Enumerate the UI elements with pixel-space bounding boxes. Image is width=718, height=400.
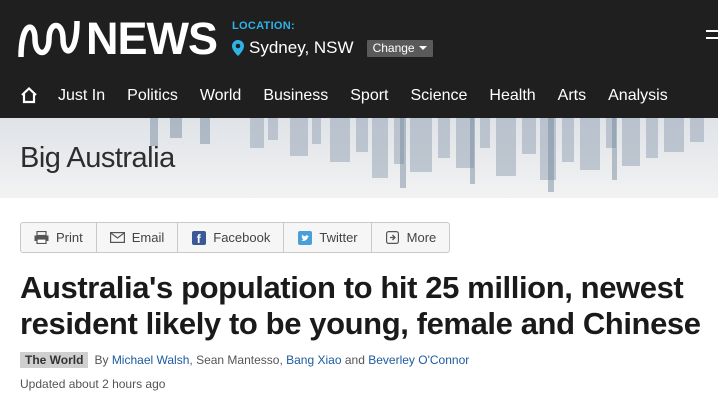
topic-tag[interactable]: The World xyxy=(20,352,89,368)
article-headline: Australia's population to hit 25 million… xyxy=(20,270,701,341)
author-link-michael-walsh[interactable]: Michael Walsh xyxy=(112,353,190,367)
byline-comma: , xyxy=(279,353,287,367)
share-more-icon xyxy=(385,230,400,245)
nav-item-business[interactable]: Business xyxy=(263,87,328,105)
nav-item-health[interactable]: Health xyxy=(489,87,535,105)
byline-and: and xyxy=(344,353,365,367)
twitter-icon xyxy=(297,230,312,245)
envelope-icon xyxy=(109,230,125,245)
nav-item-politics[interactable]: Politics xyxy=(127,87,178,105)
chevron-down-icon xyxy=(418,46,427,50)
author-link-beverley-oconnor[interactable]: Beverley O'Connor xyxy=(368,353,469,367)
site-header: NEWS LOCATION: Sydney, NSW Change Just I… xyxy=(0,0,718,118)
location-widget: LOCATION: Sydney, NSW Change xyxy=(232,20,433,58)
facebook-icon: f xyxy=(191,230,206,245)
facebook-share-button[interactable]: f Facebook xyxy=(178,223,285,252)
nav-item-just-in[interactable]: Just In xyxy=(58,87,105,105)
section-title: Big Australia xyxy=(20,142,175,174)
updated-timestamp: Updated about 2 hours ago xyxy=(20,377,166,391)
facebook-label: Facebook xyxy=(213,230,271,245)
byline-prefix: By xyxy=(94,353,109,367)
author-sean-mantesso: Sean Mantesso xyxy=(196,353,280,367)
home-icon[interactable] xyxy=(20,86,38,104)
twitter-share-button[interactable]: Twitter xyxy=(284,223,372,252)
more-share-button[interactable]: More xyxy=(372,223,450,252)
brand-name: NEWS xyxy=(86,13,218,64)
section-banner: Big Australia xyxy=(0,118,718,198)
location-label: LOCATION: xyxy=(232,20,295,32)
nav-item-science[interactable]: Science xyxy=(411,87,468,105)
location-city: Sydney, NSW xyxy=(249,38,354,57)
share-toolbar: Print Email f Facebook Twitter More xyxy=(20,222,451,253)
abc-news-logo[interactable]: NEWS xyxy=(18,13,218,64)
abc-logo-icon xyxy=(18,16,80,62)
more-label: More xyxy=(406,230,437,245)
change-location-button[interactable]: Change xyxy=(366,39,433,57)
email-label: Email xyxy=(131,230,165,245)
change-label: Change xyxy=(372,41,415,55)
main-nav: Just In Politics World Business Sport Sc… xyxy=(0,78,718,114)
email-button[interactable]: Email xyxy=(97,223,179,252)
location-pin-icon xyxy=(232,40,244,56)
article-byline: The World By Michael Walsh, Sean Mantess… xyxy=(20,352,469,368)
byline-comma: , xyxy=(189,353,197,367)
printer-icon xyxy=(34,230,49,245)
nav-item-arts[interactable]: Arts xyxy=(558,87,586,105)
nav-item-analysis[interactable]: Analysis xyxy=(608,87,668,105)
nav-item-sport[interactable]: Sport xyxy=(350,87,388,105)
print-button[interactable]: Print xyxy=(21,223,97,252)
menu-icon[interactable] xyxy=(706,30,718,44)
author-link-bang-xiao[interactable]: Bang Xiao xyxy=(286,353,341,367)
nav-item-world[interactable]: World xyxy=(200,87,242,105)
print-label: Print xyxy=(56,230,83,245)
twitter-label: Twitter xyxy=(319,230,358,245)
